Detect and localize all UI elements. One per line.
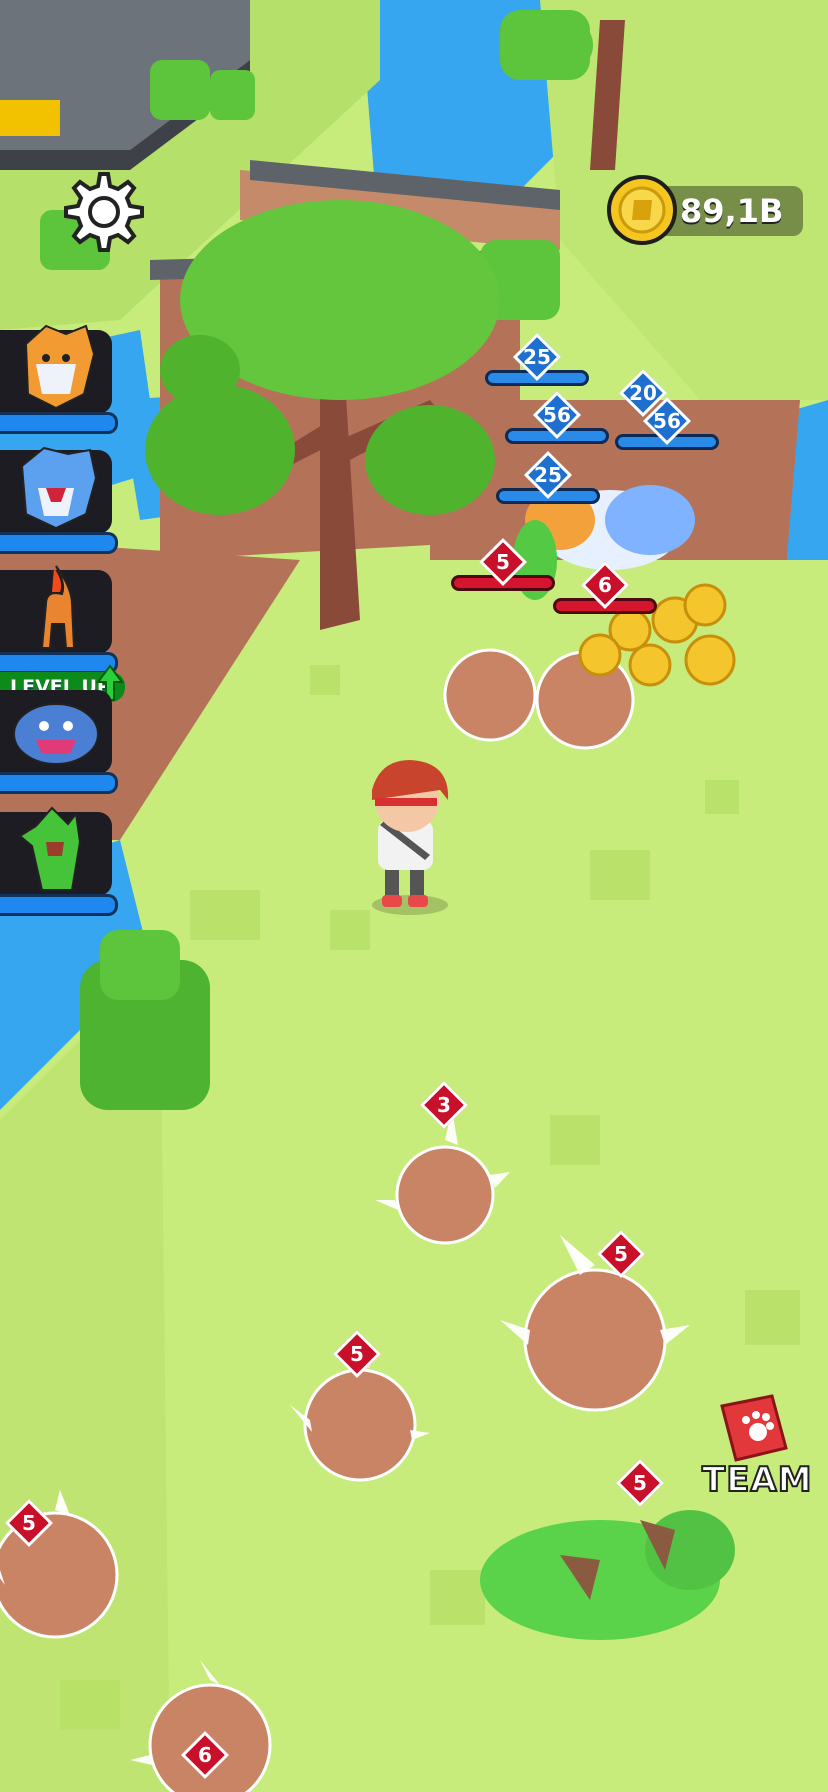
enemy-level-value: 6 [598, 572, 612, 597]
ally-level-badge: 56 [615, 396, 719, 450]
enemy-level-value: 5 [614, 1241, 628, 1266]
blue-golem-icon [13, 703, 99, 765]
enemy-level-badge: 5 [615, 1458, 665, 1508]
enemy-level-badge: 5 [596, 1229, 646, 1279]
enemy-level-value: 5 [350, 1341, 364, 1366]
enemy-level-badge: 5 [451, 537, 555, 591]
enemy-level-diamond: 5 [596, 1229, 646, 1279]
currency-display: 89,1B [607, 175, 804, 245]
enemy-level-diamond: 3 [419, 1080, 469, 1130]
green-cactus-monster-icon [18, 806, 82, 891]
ally-level-value: 56 [653, 409, 681, 433]
team-slot-hp-bar [0, 894, 118, 916]
ally-level-badge: 25 [485, 332, 589, 386]
ally-level-value: 20 [629, 381, 657, 405]
ally-level-value: 25 [534, 463, 562, 487]
enemy-level-badge: 6 [553, 560, 657, 614]
team-slot-4[interactable] [0, 690, 118, 794]
team-slot-1[interactable] [0, 324, 118, 434]
ally-level-value: 25 [523, 345, 551, 369]
settings-button[interactable] [56, 168, 144, 256]
enemy-level-badge: 5 [332, 1329, 382, 1379]
enemy-level-value: 3 [437, 1092, 451, 1117]
enemy-level-value: 5 [496, 549, 510, 574]
enemy-level-badge: 5 [4, 1498, 54, 1548]
orange-werewolf-icon [24, 324, 96, 410]
currency-amount: 89,1B [680, 192, 784, 230]
enemy-level-value: 6 [198, 1742, 212, 1767]
ally-level-badge: 56 [505, 390, 609, 444]
enemy-level-diamond: 6 [180, 1730, 230, 1780]
enemy-level-value: 5 [633, 1470, 647, 1495]
enemy-level-diamond: 5 [615, 1458, 665, 1508]
team-slot-hp-bar [0, 532, 118, 554]
enemy-level-value: 5 [22, 1510, 36, 1535]
team-button-label: TEAM [701, 1459, 813, 1501]
team-slot-hp-bar [0, 412, 118, 434]
game-world[interactable] [0, 0, 828, 1792]
ally-level-value: 56 [543, 403, 571, 427]
team-slot-5[interactable] [0, 806, 118, 916]
paw-book-icon [720, 1394, 788, 1462]
gear-icon [64, 172, 144, 252]
ally-level-badge: 25 [496, 450, 600, 504]
fire-horse-icon [40, 565, 76, 649]
enemy-level-badge: 6 [180, 1730, 230, 1780]
gold-coin-icon [607, 175, 677, 245]
enemy-level-diamond: 5 [4, 1498, 54, 1548]
team-slot-hp-bar [0, 772, 118, 794]
team-slot-3[interactable] [0, 565, 118, 674]
enemy-level-diamond: 5 [332, 1329, 382, 1379]
blue-werewolf-icon [20, 446, 98, 530]
team-slot-2[interactable] [0, 446, 118, 554]
enemy-level-badge: 3 [419, 1080, 469, 1130]
